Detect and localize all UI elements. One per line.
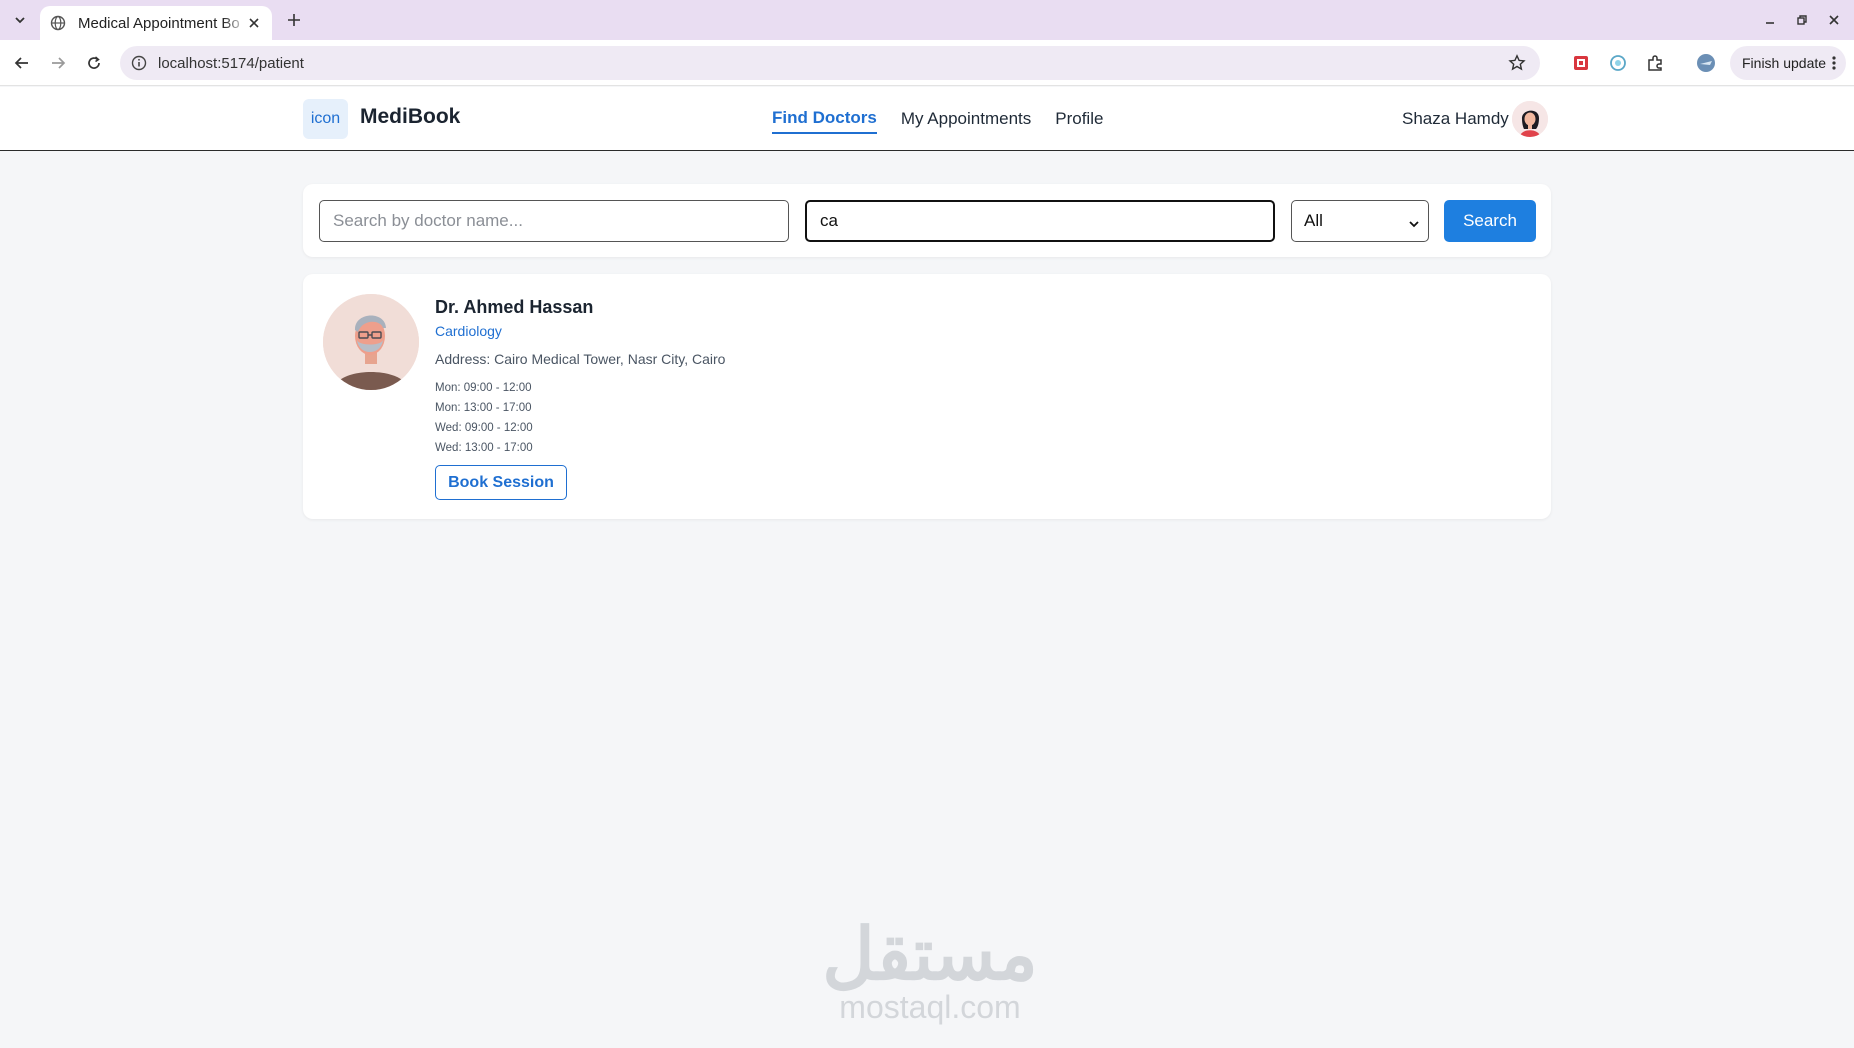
doctor-avatar bbox=[323, 294, 419, 390]
browser-toolbar: localhost:5174/patient Finish update bbox=[0, 40, 1854, 86]
nav-profile[interactable]: Profile bbox=[1055, 105, 1103, 133]
availability-slot: Mon: 09:00 - 12:00 bbox=[435, 382, 532, 394]
extension-red-icon[interactable] bbox=[1571, 53, 1591, 73]
nav-my-appointments[interactable]: My Appointments bbox=[901, 105, 1031, 133]
extensions-puzzle-icon[interactable] bbox=[1645, 53, 1665, 73]
address-bar[interactable]: localhost:5174/patient bbox=[120, 46, 1540, 80]
specialty-search-input[interactable] bbox=[805, 200, 1275, 242]
globe-icon bbox=[50, 15, 66, 31]
search-button[interactable]: Search bbox=[1444, 200, 1536, 242]
user-avatar[interactable] bbox=[1512, 101, 1548, 137]
doctor-name-search-input[interactable] bbox=[319, 200, 789, 242]
app-header: icon MediBook Find Doctors My Appointmen… bbox=[0, 87, 1854, 151]
filter-select[interactable]: All bbox=[1291, 200, 1429, 242]
availability-slot: Wed: 09:00 - 12:00 bbox=[435, 422, 533, 434]
book-session-button[interactable]: Book Session bbox=[435, 465, 567, 500]
browser-tabstrip: Medical Appointment Bo bbox=[0, 0, 1854, 40]
minimize-icon[interactable] bbox=[1760, 10, 1780, 30]
doctor-card: Dr. Ahmed Hassan Cardiology Address: Cai… bbox=[303, 274, 1551, 519]
profile-avatar-icon[interactable] bbox=[1696, 53, 1716, 73]
brand-name[interactable]: MediBook bbox=[360, 105, 460, 129]
url-text: localhost:5174/patient bbox=[158, 54, 304, 72]
extension-circle-icon[interactable] bbox=[1608, 53, 1628, 73]
doctor-address: Address: Cairo Medical Tower, Nasr City,… bbox=[435, 351, 726, 367]
filter-selected-value: All bbox=[1304, 211, 1323, 230]
restore-icon[interactable] bbox=[1792, 10, 1812, 30]
close-tab-icon[interactable] bbox=[246, 15, 262, 31]
nav-find-doctors[interactable]: Find Doctors bbox=[772, 104, 877, 134]
search-panel: All Search bbox=[303, 184, 1551, 257]
chevron-down-icon bbox=[1408, 215, 1420, 235]
bookmark-star-icon[interactable] bbox=[1508, 54, 1526, 72]
back-arrow-icon[interactable] bbox=[10, 51, 34, 75]
availability-list: Mon: 09:00 - 12:00 Mon: 13:00 - 17:00 We… bbox=[435, 378, 533, 458]
close-window-icon[interactable] bbox=[1824, 10, 1844, 30]
site-info-icon[interactable] bbox=[130, 54, 148, 72]
main-nav: Find Doctors My Appointments Profile bbox=[772, 87, 1103, 151]
forward-arrow-icon[interactable] bbox=[46, 51, 70, 75]
new-tab-plus-icon[interactable] bbox=[282, 8, 306, 32]
kebab-menu-icon[interactable] bbox=[1832, 55, 1836, 74]
tab-title: Medical Appointment Bo bbox=[78, 14, 240, 32]
watermark-arabic: مستقل bbox=[822, 915, 1038, 995]
browser-tab[interactable]: Medical Appointment Bo bbox=[40, 6, 272, 40]
tab-search-chevron-icon[interactable] bbox=[8, 8, 32, 32]
user-name: Shaza Hamdy bbox=[1402, 109, 1509, 128]
availability-slot: Mon: 13:00 - 17:00 bbox=[435, 402, 532, 414]
doctor-specialty: Cardiology bbox=[435, 323, 502, 339]
watermark-latin: mostaql.com bbox=[839, 989, 1021, 1025]
availability-slot: Wed: 13:00 - 17:00 bbox=[435, 442, 533, 454]
doctor-name: Dr. Ahmed Hassan bbox=[435, 297, 594, 317]
finish-update-label: Finish update bbox=[1742, 55, 1827, 71]
reload-icon[interactable] bbox=[82, 51, 106, 75]
finish-update-button[interactable]: Finish update bbox=[1730, 46, 1846, 80]
logo-placeholder: icon bbox=[303, 99, 348, 139]
